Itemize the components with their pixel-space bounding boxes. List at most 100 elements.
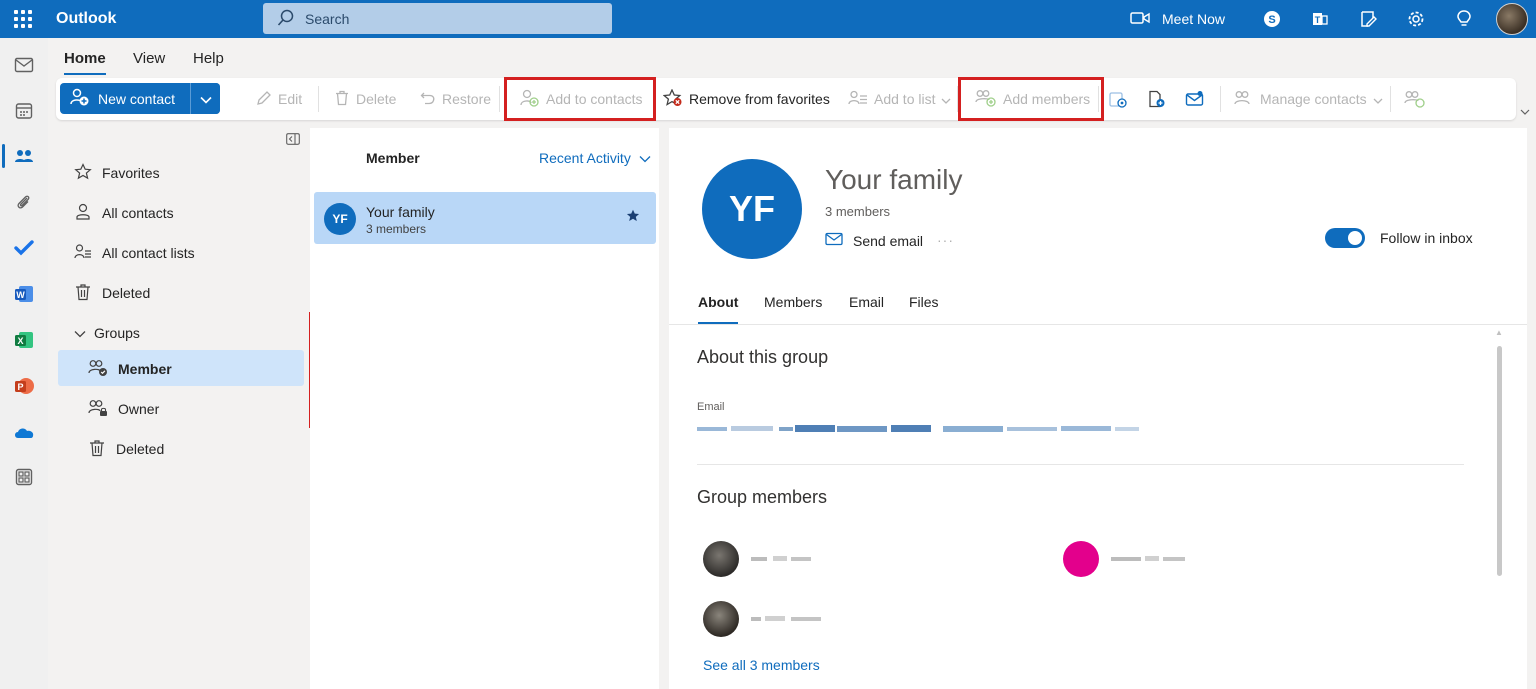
powerpoint-icon[interactable]: P	[12, 374, 36, 398]
add-person-icon	[70, 88, 90, 109]
email-value-redacted	[697, 420, 1141, 432]
edit-label: Edit	[278, 91, 303, 107]
skype-icon[interactable]: S	[1262, 9, 1282, 29]
word-icon[interactable]: W	[12, 282, 36, 306]
see-all-members-link[interactable]: See all 3 members	[703, 657, 820, 673]
more-options-button[interactable]: ···	[937, 232, 954, 248]
people-options-icon[interactable]	[1404, 78, 1426, 120]
tab-files[interactable]: Files	[909, 294, 939, 324]
nav-groups-owner[interactable]: Owner	[88, 392, 159, 426]
chevron-down-icon	[1373, 91, 1383, 107]
new-contact-dropdown[interactable]	[190, 83, 220, 114]
meet-now-button[interactable]: Meet Now	[1130, 0, 1225, 38]
app-rail: W X P	[0, 38, 48, 689]
tab-members[interactable]: Members	[764, 294, 822, 324]
mail-icon	[825, 232, 843, 249]
highlight-add-to-contacts	[504, 77, 656, 121]
nav-favorites-label: Favorites	[102, 165, 160, 181]
member-avatar	[1063, 541, 1099, 577]
pencil-icon	[256, 90, 272, 109]
member-name-redacted	[751, 616, 821, 621]
nav-favorites[interactable]: Favorites	[74, 156, 160, 190]
nav-deleted-label: Deleted	[102, 285, 151, 301]
tab-view[interactable]: View	[133, 50, 165, 73]
collapse-pane-icon[interactable]	[286, 132, 300, 148]
nav-groups-deleted-label: Deleted	[116, 441, 165, 457]
follow-in-inbox-toggle[interactable]	[1325, 228, 1365, 248]
chevron-down-icon	[74, 325, 86, 341]
nav-all-contacts[interactable]: All contacts	[74, 196, 174, 230]
manage-contacts-button[interactable]: Manage contacts	[1234, 78, 1383, 120]
people-icon[interactable]	[12, 144, 36, 168]
group-settings-icon[interactable]	[1108, 78, 1128, 120]
chevron-down-icon	[639, 150, 651, 166]
tab-about[interactable]: About	[698, 294, 739, 324]
attachment-icon[interactable]	[12, 190, 36, 214]
nav-all-contact-lists[interactable]: All contact lists	[74, 236, 195, 270]
people-lock-icon	[88, 399, 108, 420]
remove-from-favorites-button[interactable]: Remove from favorites	[662, 78, 830, 120]
sort-dropdown[interactable]: Recent Activity	[539, 150, 651, 166]
group-avatar-large: YF	[702, 159, 802, 259]
navigation-pane: Favorites All contacts All contact lists…	[48, 128, 309, 689]
svg-text:T: T	[1315, 15, 1321, 25]
nav-groups[interactable]: Groups	[74, 316, 140, 350]
list-item-name: Your family	[366, 204, 435, 220]
rail-active-indicator	[2, 144, 5, 168]
nav-groups-member[interactable]: Member	[88, 352, 172, 386]
scroll-up-icon[interactable]: ▲	[1495, 328, 1503, 337]
nav-owner-label: Owner	[118, 401, 160, 417]
member-avatar	[703, 601, 739, 637]
todo-icon[interactable]	[12, 236, 36, 260]
scrollbar[interactable]	[1497, 346, 1502, 576]
search-icon	[277, 9, 295, 30]
group-member[interactable]	[703, 539, 815, 579]
mail-icon[interactable]	[12, 53, 36, 77]
group-member[interactable]	[703, 599, 827, 639]
people-list-icon	[74, 243, 92, 264]
send-email-button[interactable]: Send email	[825, 232, 923, 249]
tab-home[interactable]: Home	[64, 50, 106, 75]
add-to-list-button[interactable]: Add to list	[848, 78, 951, 120]
ribbon-separator	[318, 86, 319, 112]
calendar-icon[interactable]	[12, 99, 36, 123]
group-member[interactable]	[1063, 539, 1187, 579]
video-icon	[1130, 11, 1150, 28]
chevron-down-icon	[199, 91, 212, 107]
search-placeholder: Search	[305, 11, 350, 27]
group-mail-icon[interactable]	[1185, 78, 1205, 120]
search-input[interactable]: Search	[263, 3, 612, 34]
undo-icon	[420, 90, 436, 109]
ribbon-toolbar: New contact Edit Delete Restore Add to c…	[56, 78, 1516, 120]
nav-all-contact-lists-label: All contact lists	[102, 245, 195, 261]
app-launcher-icon[interactable]	[12, 8, 34, 30]
delete-button[interactable]: Delete	[334, 78, 396, 120]
tips-icon[interactable]	[1454, 9, 1474, 29]
group-name: Your family	[825, 164, 963, 195]
people-check-icon	[88, 359, 108, 380]
teams-icon[interactable]: T	[1310, 9, 1330, 29]
tab-help[interactable]: Help	[193, 50, 224, 73]
feedback-icon[interactable]	[1358, 9, 1378, 29]
nav-all-contacts-label: All contacts	[102, 205, 174, 221]
more-apps-icon[interactable]	[12, 465, 36, 489]
ribbon-expand-icon[interactable]	[1520, 102, 1530, 118]
trash-icon	[74, 283, 92, 304]
nav-groups-deleted[interactable]: Deleted	[88, 432, 164, 466]
restore-button[interactable]: Restore	[420, 78, 491, 120]
favorite-star-icon[interactable]	[626, 209, 640, 226]
tab-email[interactable]: Email	[849, 294, 884, 324]
excel-icon[interactable]: X	[12, 328, 36, 352]
member-name-redacted	[751, 556, 811, 561]
member-avatar	[703, 541, 739, 577]
nav-deleted[interactable]: Deleted	[74, 276, 150, 310]
onedrive-icon[interactable]	[12, 420, 36, 444]
list-item[interactable]: YF Your family 3 members	[314, 192, 656, 244]
new-group-page-icon[interactable]	[1147, 78, 1167, 120]
person-icon	[74, 203, 92, 224]
app-title[interactable]: Outlook	[56, 10, 116, 28]
account-avatar[interactable]	[1496, 3, 1528, 35]
settings-icon[interactable]	[1406, 9, 1426, 29]
detail-pane: YF Your family 3 members Send email ··· …	[669, 128, 1527, 689]
edit-button[interactable]: Edit	[256, 78, 302, 120]
